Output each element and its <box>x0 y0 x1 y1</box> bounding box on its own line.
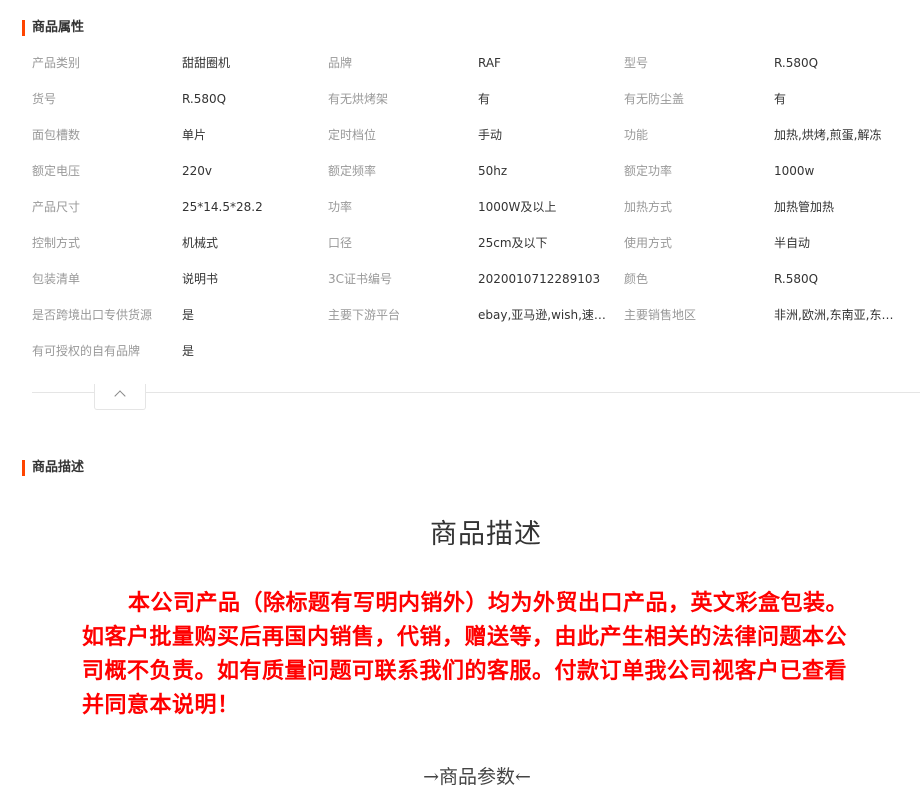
description-heading: 商品描述 <box>430 519 542 550</box>
attribute-label: 货号 <box>32 92 57 106</box>
attribute-value: 25*14.5*28.2 <box>182 200 263 214</box>
empty-cell <box>774 333 912 369</box>
attribute-value: 说明书 <box>182 272 219 286</box>
attribute-label: 产品尺寸 <box>32 200 81 214</box>
attribute-label: 额定电压 <box>32 164 81 178</box>
attribute-value: R.580Q <box>182 92 227 106</box>
attribute-value: ebay,亚马逊,wish,速… <box>478 308 606 322</box>
attribute-label: 包装清单 <box>32 272 81 286</box>
attribute-value: 25cm及以下 <box>478 236 548 250</box>
chevron-up-icon <box>114 390 126 402</box>
attribute-label: 有无烘烤架 <box>328 92 389 106</box>
attribute-value: 1000w <box>774 164 815 178</box>
attribute-label: 控制方式 <box>32 236 81 250</box>
attribute-label: 额定功率 <box>624 164 673 178</box>
attribute-value: R.580Q <box>774 56 819 70</box>
empty-cell <box>624 333 774 369</box>
attribute-label: 口径 <box>328 236 353 250</box>
attribute-value: 加热管加热 <box>774 200 835 214</box>
attribute-label: 是否跨境出口专供货源 <box>32 308 153 322</box>
attribute-value: R.580Q <box>774 272 819 286</box>
attribute-label: 3C证书编号 <box>328 272 393 286</box>
attribute-value: 1000W及以上 <box>478 200 557 214</box>
attribute-label: 额定频率 <box>328 164 377 178</box>
attribute-label: 型号 <box>624 56 649 70</box>
attribute-value: 是 <box>182 344 195 358</box>
params-heading: →商品参数← <box>423 766 531 788</box>
attribute-label: 功能 <box>624 128 649 142</box>
attribute-value: 非洲,欧洲,东南亚,东… <box>774 308 894 322</box>
attribute-value: 220v <box>182 164 213 178</box>
attribute-label: 主要下游平台 <box>328 308 401 322</box>
attribute-value: 50hz <box>478 164 508 178</box>
attributes-table: 产品类别 甜甜圈机 品牌 RAF 型号 R.580Q 货号 R.580Q 有无烘烤架 有 有无防尘盖… <box>32 45 912 369</box>
attribute-label: 定时档位 <box>328 128 377 142</box>
attribute-value: 加热,烘烤,煎蛋,解冻 <box>774 128 882 142</box>
attribute-label: 产品类别 <box>32 56 81 70</box>
divider <box>32 392 920 393</box>
attribute-value: 2020010712289103 <box>478 272 601 286</box>
attribute-label: 加热方式 <box>624 200 673 214</box>
attribute-label: 使用方式 <box>624 236 673 250</box>
attribute-label: 面包槽数 <box>32 128 81 142</box>
attribute-value: 甜甜圈机 <box>182 56 231 70</box>
attribute-value: 是 <box>182 308 195 322</box>
attribute-value: 手动 <box>478 128 503 142</box>
attribute-value: 有 <box>478 92 491 106</box>
export-notice: 本公司产品（除标题有写明内销外）均为外贸出口产品，英文彩盒包装。如客户批量购买后… <box>82 591 849 718</box>
attribute-value: 有 <box>774 92 787 106</box>
attribute-label: 功率 <box>328 200 353 214</box>
attribute-value: 机械式 <box>182 236 219 250</box>
attribute-label: 有可授权的自有品牌 <box>32 344 141 358</box>
attribute-label: 主要销售地区 <box>624 308 697 322</box>
collapse-attributes-button[interactable] <box>94 384 146 410</box>
empty-cell <box>478 333 624 369</box>
section-title-description: 商品描述 <box>22 460 84 476</box>
attribute-value: 单片 <box>182 128 207 142</box>
attribute-label: 颜色 <box>624 272 649 286</box>
section-title-attributes: 商品属性 <box>22 20 84 36</box>
empty-cell <box>328 333 478 369</box>
attribute-label: 有无防尘盖 <box>624 92 685 106</box>
attribute-value: RAF <box>478 56 501 70</box>
attribute-label: 品牌 <box>328 56 353 70</box>
attribute-value: 半自动 <box>774 236 811 250</box>
